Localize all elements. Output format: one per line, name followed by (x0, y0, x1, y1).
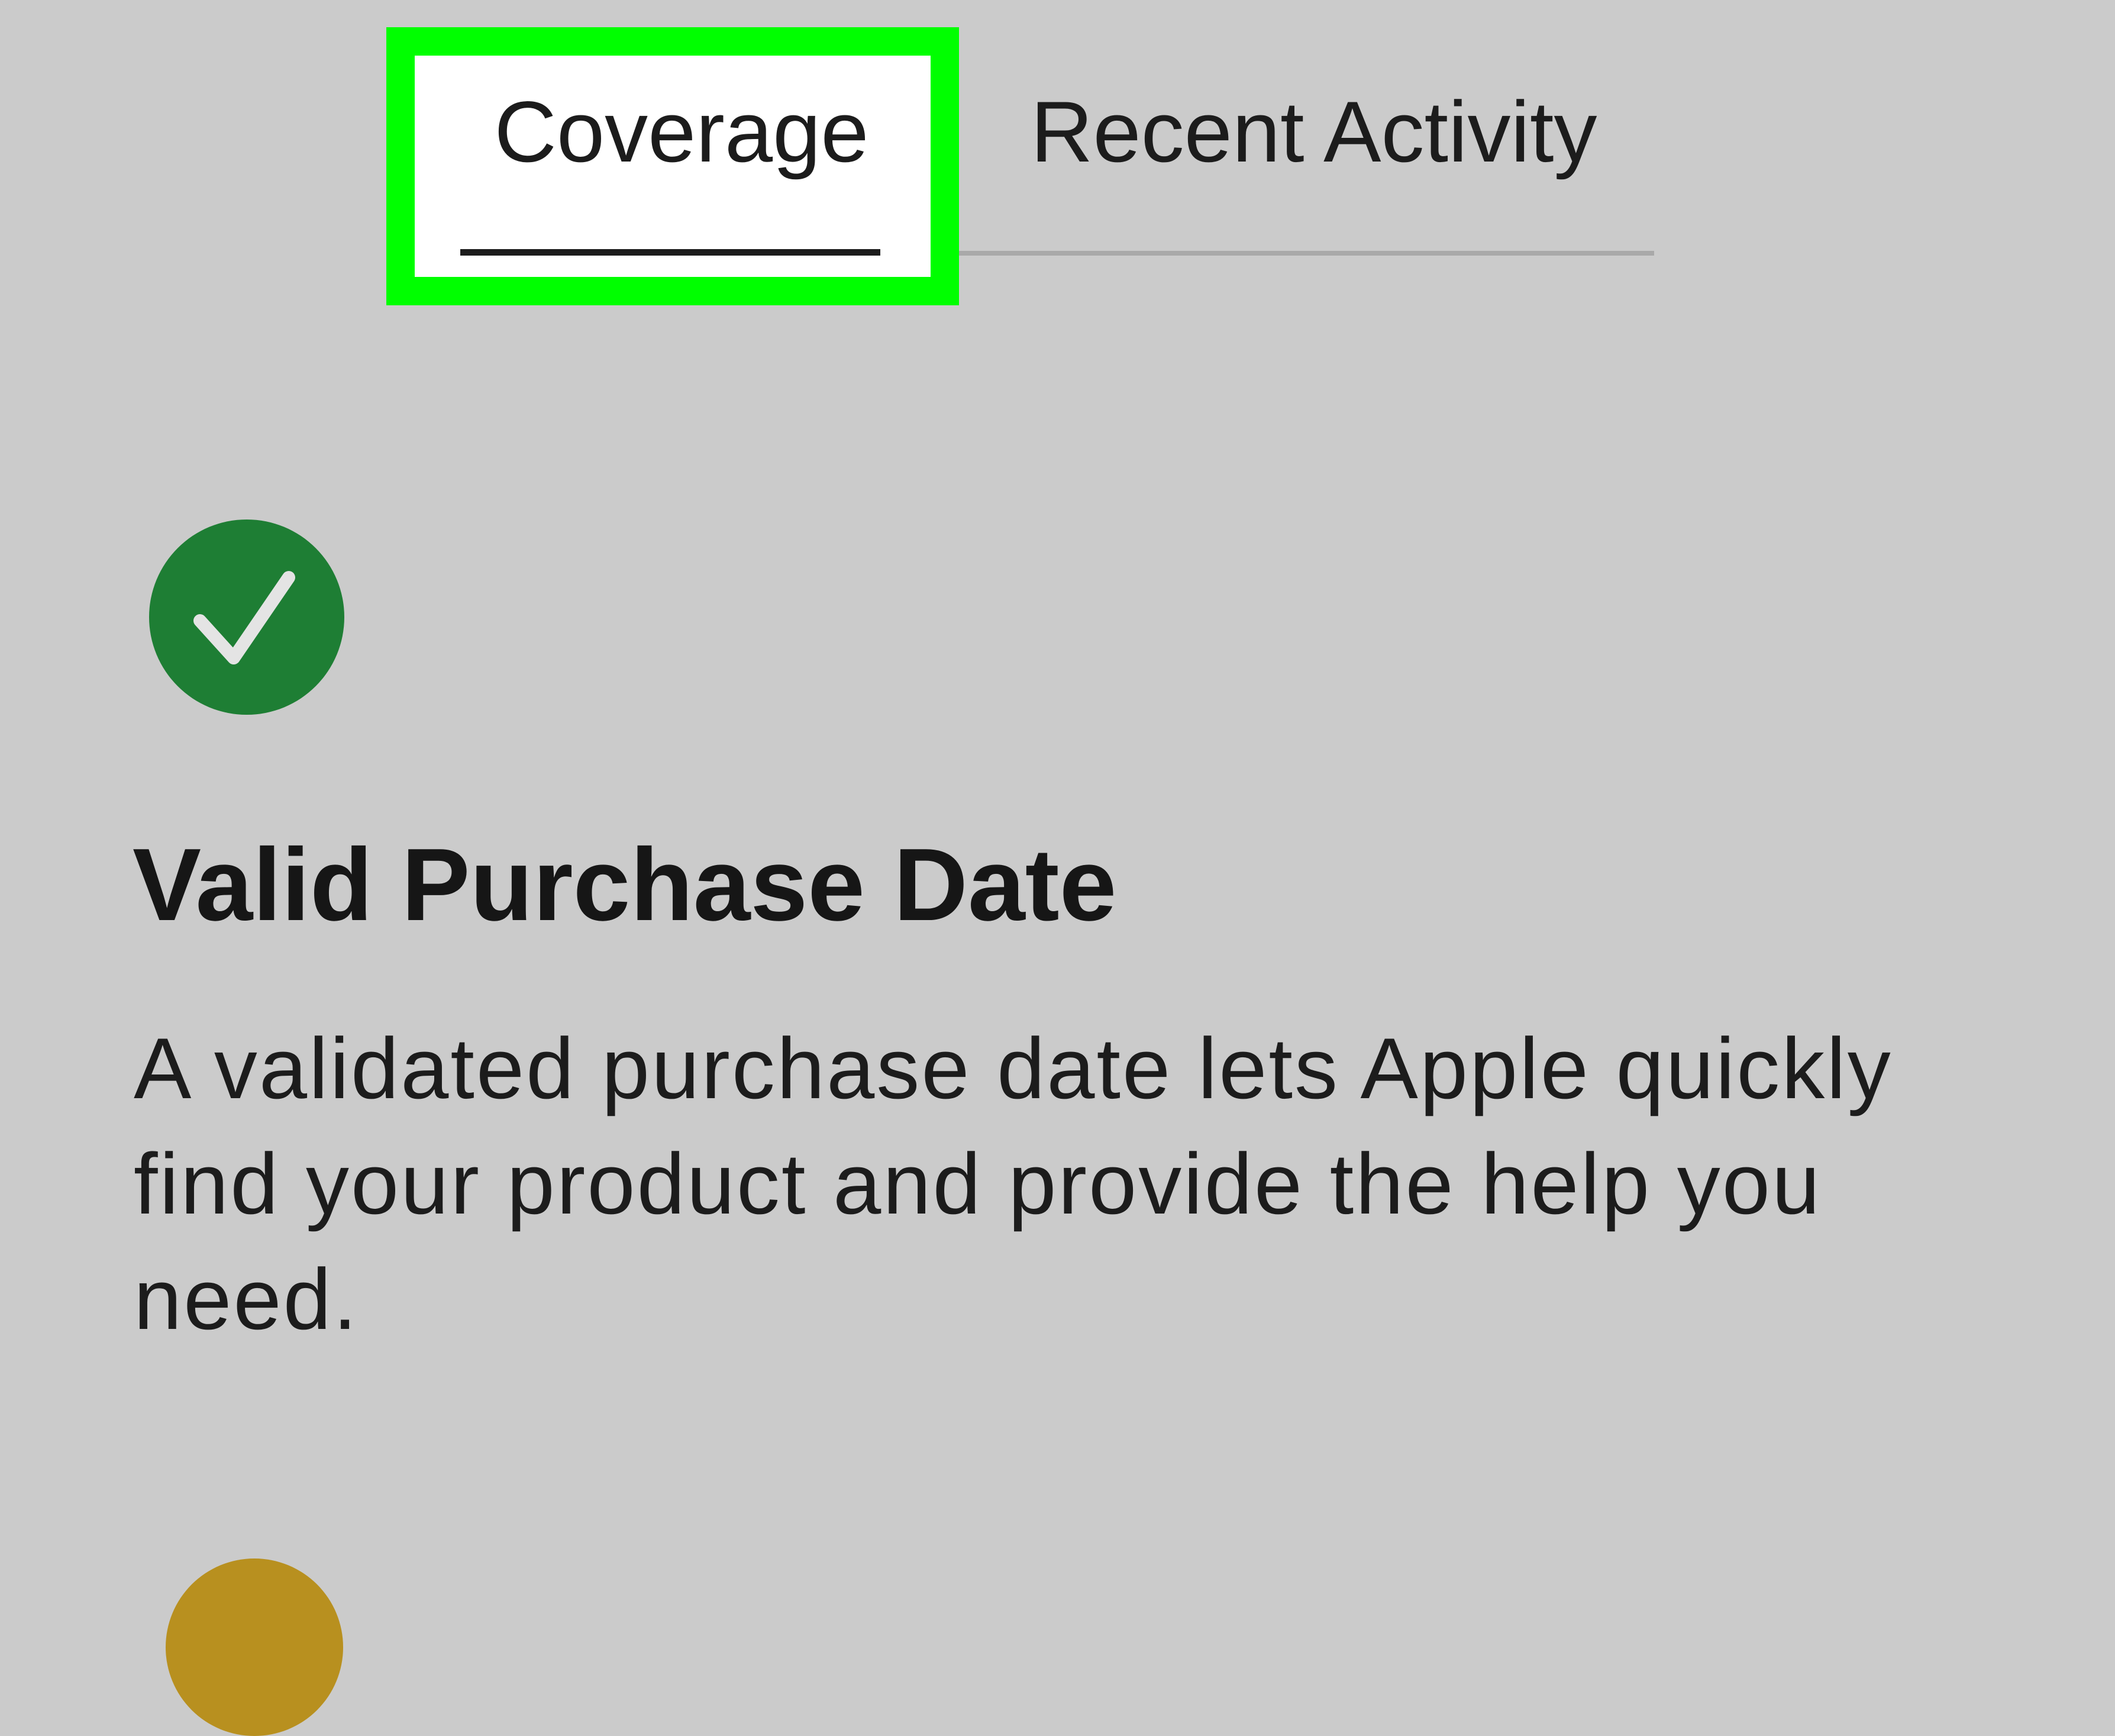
tab-coverage-underline (460, 249, 880, 256)
tab-recent-activity[interactable]: Recent Activity (1031, 89, 1597, 175)
status-circle-icon (166, 1558, 343, 1736)
tab-coverage[interactable]: Coverage (484, 89, 879, 175)
status-description: A validated purchase date lets Apple qui… (134, 1020, 1893, 1347)
checkmark-circle-icon (149, 519, 344, 715)
status-title: Valid Purchase Date (133, 827, 1117, 942)
